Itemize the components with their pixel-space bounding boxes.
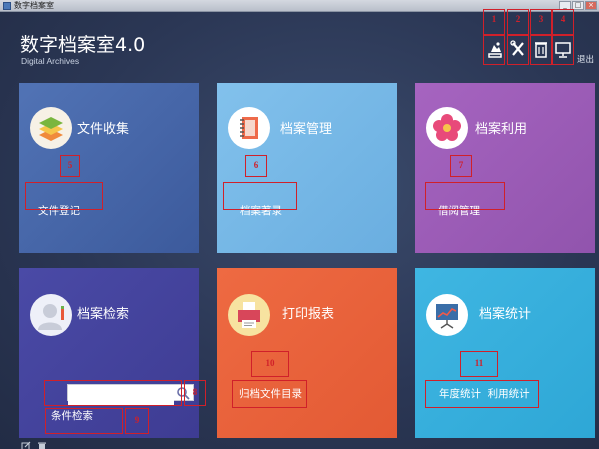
tile-title: 档案统计	[479, 307, 532, 322]
edit-icon[interactable]	[21, 436, 31, 449]
printer-icon	[238, 302, 260, 328]
tile-title: 档案管理	[280, 122, 333, 137]
annotation-6: 6	[245, 155, 267, 177]
backup-button[interactable]	[485, 38, 505, 60]
user-search-icon	[38, 304, 64, 330]
monitor-button[interactable]	[553, 38, 573, 60]
notebook-icon	[240, 117, 258, 139]
annotation-9: 9	[125, 408, 149, 434]
annotation-3: 3	[530, 9, 552, 35]
annotation-box-7	[425, 182, 505, 210]
tile-title: 档案检索	[77, 307, 130, 322]
exit-button[interactable]: 退出	[577, 53, 594, 65]
annotation-4: 4	[552, 9, 574, 35]
trash-icon	[535, 42, 547, 58]
tile-archive-utilization[interactable]: 档案利用 借阅管理	[415, 83, 595, 253]
tile-title: 文件收集	[77, 122, 130, 137]
annotation-box-5	[25, 182, 103, 210]
tile-icon-circle	[30, 107, 72, 149]
annotation-box-9	[45, 408, 123, 434]
backup-icon	[488, 42, 502, 58]
annotation-8: 8	[184, 380, 206, 406]
app-subtitle: Digital Archives	[21, 56, 80, 66]
monitor-icon	[555, 42, 571, 58]
annotation-7: 7	[450, 155, 472, 177]
app-main: 数字档案室4.0 Digital Archives 1 2 3 4 退出 文件收…	[0, 9, 599, 449]
annotation-box-10	[232, 380, 307, 408]
tile-icon-circle	[228, 107, 270, 149]
tile-icon-circle	[426, 107, 468, 149]
flower-icon	[433, 114, 461, 141]
annotation-11: 11	[460, 351, 498, 377]
bottom-toolbar	[21, 436, 47, 449]
layers-icon	[39, 117, 63, 141]
annotation-box-6	[223, 182, 297, 210]
delete-icon[interactable]	[37, 436, 47, 449]
window-title: 数字档案室	[14, 1, 54, 10]
chart-board-icon	[436, 304, 458, 329]
tools-button[interactable]	[508, 38, 528, 60]
annotation-2: 2	[507, 9, 529, 35]
tools-icon	[510, 40, 524, 56]
annotation-1: 1	[483, 9, 505, 35]
annotation-box-8-search	[44, 380, 182, 406]
app-icon	[3, 2, 11, 10]
annotation-10: 10	[251, 351, 289, 377]
tile-archive-statistics[interactable]: 档案统计 年度统计 利用统计	[415, 268, 595, 438]
tile-archive-management[interactable]: 档案管理 档案著录	[217, 83, 397, 253]
tile-print-report[interactable]: 打印报表 归档文件目录	[217, 268, 397, 438]
tile-title: 打印报表	[282, 307, 335, 322]
close-button[interactable]: ×	[585, 1, 597, 10]
tile-icon-circle	[30, 294, 72, 336]
trash-button[interactable]	[531, 38, 551, 60]
tile-file-collection[interactable]: 文件收集 文件登记	[19, 83, 199, 253]
tile-title: 档案利用	[475, 122, 528, 137]
annotation-box-11	[425, 380, 539, 408]
annotation-5: 5	[60, 155, 80, 177]
tile-icon-circle	[426, 294, 468, 336]
app-title: 数字档案室4.0	[20, 34, 146, 56]
tile-icon-circle	[228, 294, 270, 336]
